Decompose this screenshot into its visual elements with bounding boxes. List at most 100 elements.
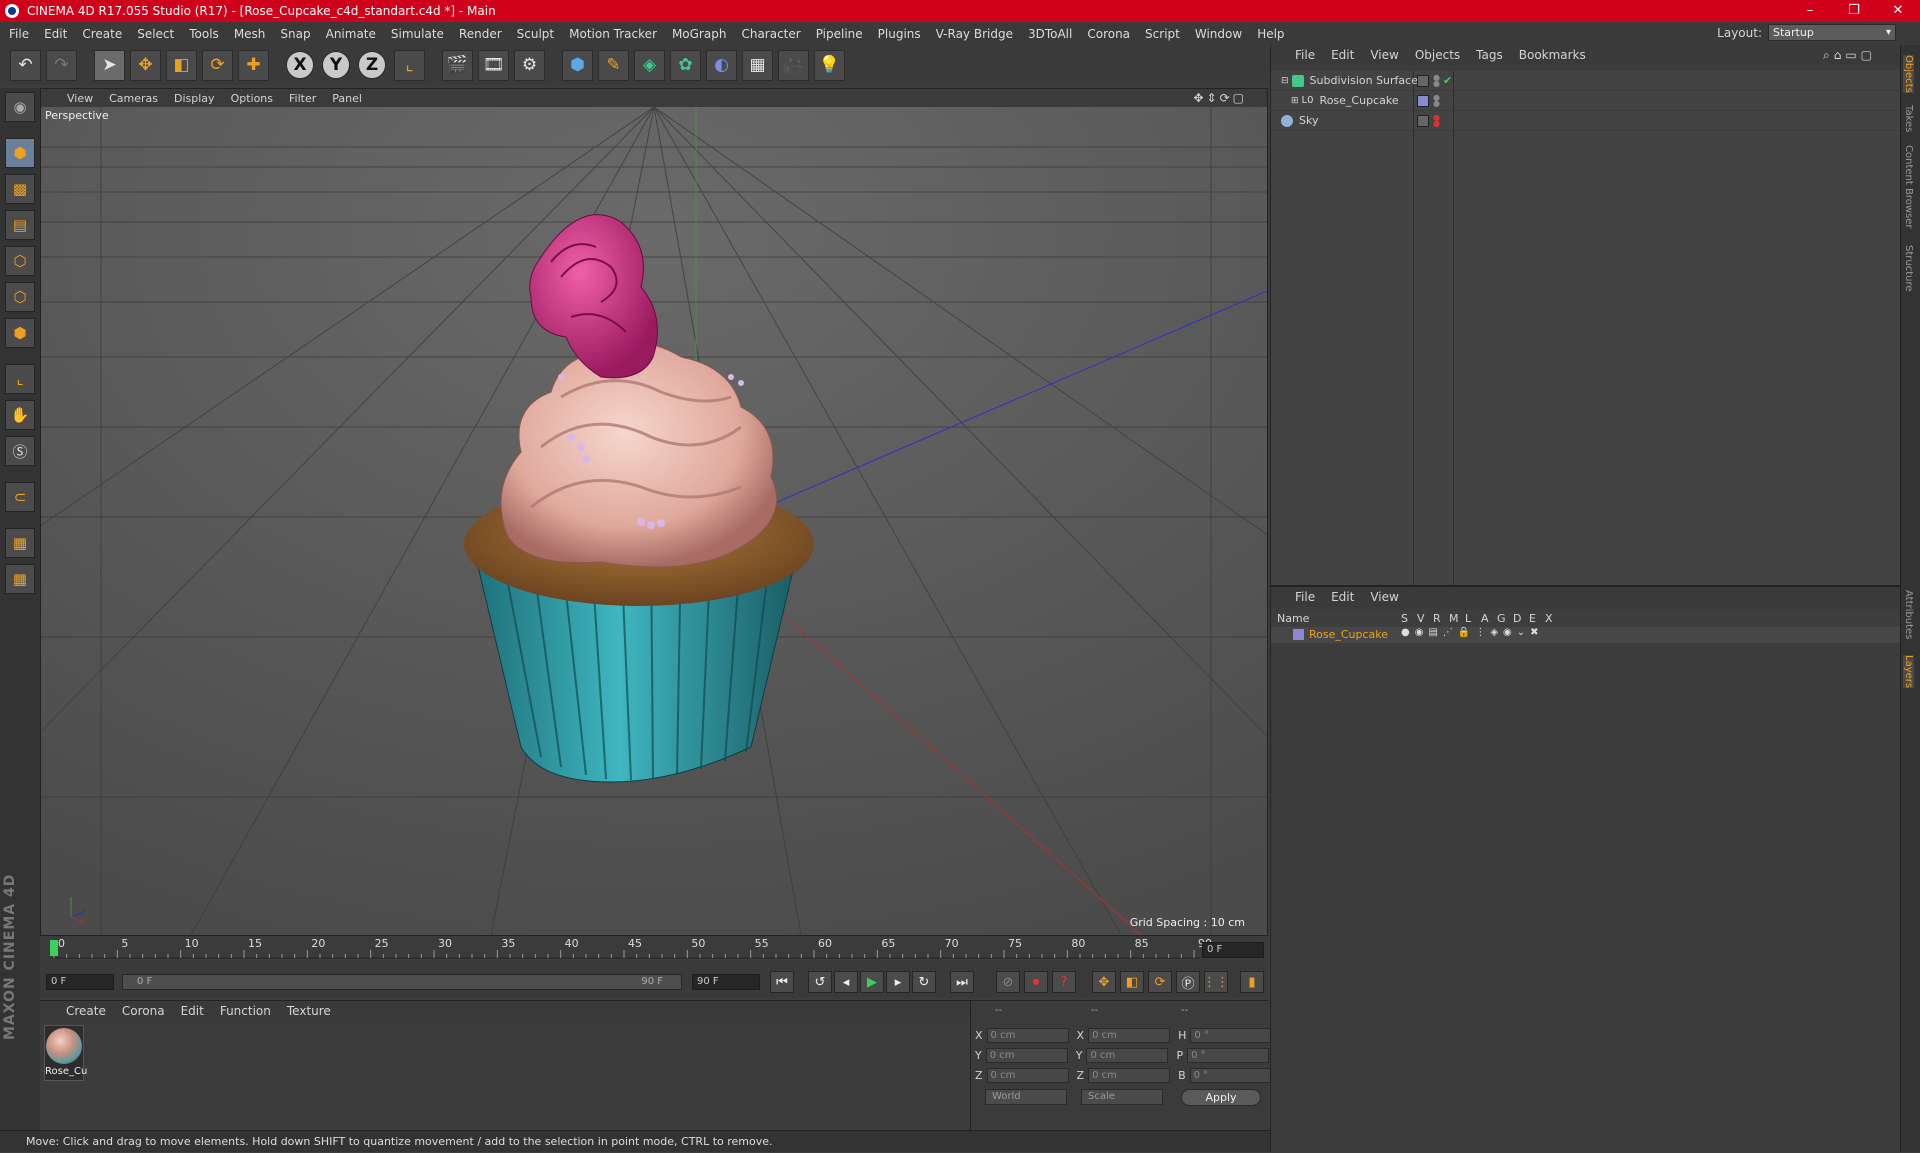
material-menu-create[interactable]: Create (66, 1004, 106, 1018)
key-scale-icon[interactable]: ◧ (1120, 971, 1144, 993)
deformer-icon[interactable]: ◐ (706, 49, 737, 81)
menu-window[interactable]: Window (1195, 27, 1242, 41)
record-keys-icon[interactable]: ⏺ (1024, 971, 1048, 993)
rotation-b-field[interactable]: 0 ° (1189, 1067, 1272, 1083)
menu-render[interactable]: Render (459, 27, 502, 41)
viewport-menu-options[interactable]: Options (231, 92, 273, 105)
menu-script[interactable]: Script (1145, 27, 1180, 41)
size-z-field[interactable]: 0 cm (1088, 1067, 1171, 1083)
visibility-dots-icon[interactable]: ● ● (1433, 93, 1440, 107)
layer-menu-file[interactable]: File (1295, 590, 1315, 604)
y-axis-icon[interactable]: Y (322, 51, 350, 79)
layer-tag-icon[interactable] (1417, 74, 1429, 87)
menu-mesh[interactable]: Mesh (234, 27, 266, 41)
menu-plugins[interactable]: Plugins (878, 27, 921, 41)
collapse-icon[interactable]: ⊟ (1281, 76, 1289, 86)
viewport-menu-cameras[interactable]: Cameras (109, 92, 158, 105)
viewport-menu-filter[interactable]: Filter (289, 92, 316, 105)
object-manager-tools-icons[interactable]: ⌕⌂▭▢ (1823, 48, 1876, 63)
menu-snap[interactable]: Snap (280, 27, 310, 41)
restore-button[interactable]: ❐ (1832, 0, 1876, 22)
position-x-field[interactable]: 0 cm (986, 1027, 1069, 1043)
material-swatch[interactable]: Rose_Cu (44, 1025, 87, 1081)
goto-end-icon[interactable]: ⏭ (950, 971, 974, 993)
autokey-icon[interactable]: ? (1052, 971, 1076, 993)
viewport-nav-icons[interactable]: ✥⇕⟳▢ (1193, 91, 1247, 105)
goto-start-icon[interactable]: ⏮ (770, 971, 794, 993)
material-menu-function[interactable]: Function (220, 1004, 271, 1018)
snap-magnet-icon[interactable]: ⊂ (5, 482, 35, 512)
z-axis-icon[interactable]: Z (358, 51, 386, 79)
workplane-mode-icon[interactable]: ▤ (5, 210, 35, 240)
3d-scene-view[interactable]: Perspective Grid Spacing : 10 cm (41, 107, 1267, 935)
solo-icon[interactable]: Ⓢ (5, 436, 35, 466)
visibility-dots-icon[interactable]: ● ● (1433, 73, 1440, 87)
planar-workplane-icon[interactable]: ▦ (5, 564, 35, 594)
object-row-subdivision[interactable]: ⊟ Subdivision Surface ● ● ✔ (1271, 71, 1901, 91)
play-icon[interactable]: ▶ (860, 971, 884, 993)
timeline-playhead[interactable] (50, 940, 58, 956)
tab-layers[interactable]: Layers (1903, 655, 1914, 689)
menu-select[interactable]: Select (137, 27, 174, 41)
tab-content-browser[interactable]: Content Browser (1903, 145, 1914, 228)
layout-dropdown[interactable]: Startup (1768, 24, 1896, 41)
make-editable-icon[interactable]: ◉ (5, 92, 35, 122)
menu-file[interactable]: File (9, 27, 29, 41)
axis-mode-icon[interactable]: ⌞ (5, 364, 35, 394)
menu-help[interactable]: Help (1257, 27, 1284, 41)
menu-create[interactable]: Create (82, 27, 122, 41)
current-frame-field[interactable]: 0 F (1202, 942, 1264, 958)
floor-icon[interactable]: ▦ (742, 49, 773, 81)
move-icon[interactable]: ✥ (130, 49, 161, 81)
menu-mograph[interactable]: MoGraph (672, 27, 727, 41)
obj-menu-file[interactable]: File (1295, 48, 1315, 62)
tab-structure[interactable]: Structure (1903, 245, 1914, 292)
render-view-icon[interactable]: 🎬 (442, 49, 473, 81)
menu-motion-tracker[interactable]: Motion Tracker (569, 27, 657, 41)
timeline-window-icon[interactable]: ▮ (1240, 971, 1264, 993)
size-x-field[interactable]: 0 cm (1088, 1027, 1171, 1043)
render-settings-icon[interactable]: ⚙ (514, 49, 545, 81)
layer-toggle-icons[interactable]: ●◉▤⋰🔒⋮◈◉⌄✖ (1401, 627, 1544, 638)
object-row-rose-cupcake[interactable]: ⊞ L0 Rose_Cupcake ● ● (1271, 91, 1901, 111)
key-parameter-icon[interactable]: Ⓟ (1176, 971, 1200, 993)
pen-spline-icon[interactable]: ✎ (598, 49, 629, 81)
transform-icon[interactable]: ✚ (238, 49, 269, 81)
undo-icon[interactable]: ↶ (10, 49, 41, 81)
cube-object-icon[interactable]: ⬢ (562, 49, 593, 81)
redo-icon[interactable]: ↷ (46, 49, 77, 81)
position-y-field[interactable]: 0 cm (985, 1047, 1068, 1063)
obj-menu-edit[interactable]: Edit (1331, 48, 1354, 62)
minimize-button[interactable]: – (1788, 0, 1832, 22)
select-arrow-icon[interactable]: ➤ (94, 49, 125, 81)
menu-3dtoall[interactable]: 3DToAll (1028, 27, 1072, 41)
start-frame-field[interactable]: 0 F (46, 974, 114, 990)
locked-workplane-icon[interactable]: ▦ (5, 528, 35, 558)
layer-tag-icon[interactable] (1417, 114, 1429, 127)
menu-character[interactable]: Character (741, 27, 800, 41)
layer-color-swatch[interactable] (1293, 629, 1304, 640)
viewport-menu-panel[interactable]: Panel (332, 92, 362, 105)
prev-frame-icon[interactable]: ◂ (834, 971, 858, 993)
tweak-mode-icon[interactable]: ✋ (5, 400, 35, 430)
obj-menu-bookmarks[interactable]: Bookmarks (1519, 48, 1586, 62)
points-mode-icon[interactable]: ⬡ (5, 246, 35, 276)
frame-range-slider[interactable]: 0 F 90 F (122, 974, 682, 990)
key-position-icon[interactable]: ✥ (1092, 971, 1116, 993)
close-button[interactable]: ✕ (1876, 0, 1920, 22)
world-dropdown[interactable]: World (985, 1089, 1067, 1105)
obj-menu-objects[interactable]: Objects (1415, 48, 1460, 62)
obj-menu-tags[interactable]: Tags (1476, 48, 1503, 62)
viewport-menu-display[interactable]: Display (174, 92, 215, 105)
material-menu-texture[interactable]: Texture (287, 1004, 331, 1018)
layer-name[interactable]: Rose_Cupcake (1309, 628, 1388, 641)
expand-icon[interactable]: ⊞ (1291, 96, 1299, 106)
render-picture-viewer-icon[interactable]: 🎞 (478, 49, 509, 81)
layer-row-rose-cupcake[interactable]: Rose_Cupcake ●◉▤⋰🔒⋮◈◉⌄✖ (1271, 627, 1901, 643)
menu-animate[interactable]: Animate (326, 27, 376, 41)
size-y-field[interactable]: 0 cm (1086, 1047, 1169, 1063)
x-axis-icon[interactable]: X (286, 51, 314, 79)
key-rotation-icon[interactable]: ⟳ (1148, 971, 1172, 993)
material-menu-corona[interactable]: Corona (122, 1004, 165, 1018)
menu-edit[interactable]: Edit (44, 27, 67, 41)
